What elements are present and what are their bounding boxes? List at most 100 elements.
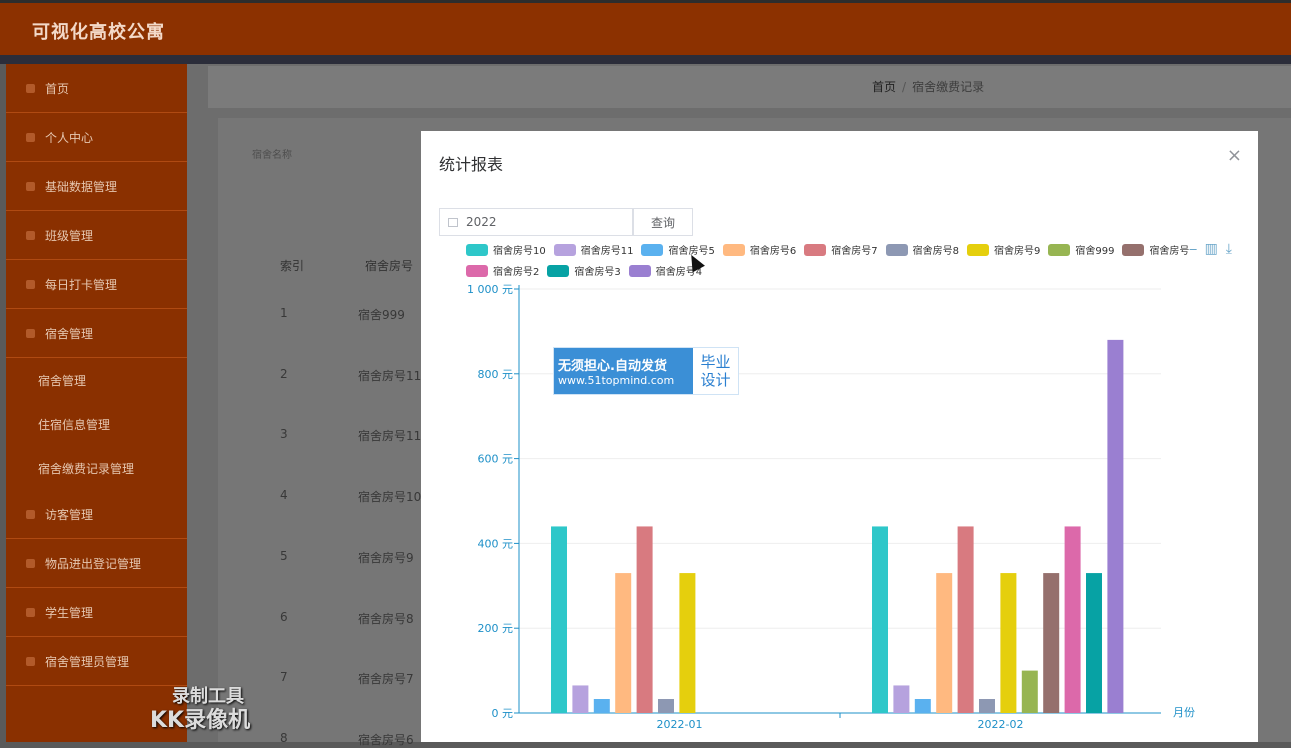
watermark-line2: KK录像机 xyxy=(150,708,251,733)
watermark-line1: 录制工具 xyxy=(172,686,244,707)
table-cell-index: 6 xyxy=(280,609,288,624)
legend-label: 宿舍房号 xyxy=(1149,246,1190,257)
table-cell-room: 宿舍房号6 xyxy=(358,732,414,747)
bar-chart-icon[interactable]: ▥ xyxy=(1205,241,1218,257)
legend-item[interactable]: 宿舍房号6 xyxy=(722,239,796,260)
bar xyxy=(957,526,974,713)
table-cell-room: 宿舍房号11 xyxy=(358,368,422,383)
sidebar-item[interactable]: 基础数据管理 xyxy=(6,162,187,211)
bar xyxy=(551,526,567,713)
legend-swatch xyxy=(547,264,570,277)
close-icon[interactable]: × xyxy=(1227,145,1242,166)
sidebar-item[interactable]: 宿舍管理 xyxy=(6,309,187,358)
legend-label: 宿舍房号3 xyxy=(574,267,621,278)
legend-item[interactable]: 宿舍房号5 xyxy=(641,239,715,260)
x-tick-label: 2022-01 xyxy=(657,718,703,731)
search-label: 宿舍名称 xyxy=(252,150,292,161)
dialog-title: 统计报表 xyxy=(439,155,504,174)
bar xyxy=(572,685,589,713)
legend-label: 宿舍999 xyxy=(1075,246,1115,257)
y-tick-label: 200 元 xyxy=(478,622,514,635)
legend-item[interactable]: 宿舍房号3 xyxy=(547,260,621,281)
bar xyxy=(1021,670,1038,713)
x-tick-label: 2022-02 xyxy=(978,718,1024,731)
breadcrumb-current: 宿舍缴费记录 xyxy=(912,80,985,94)
sidebar-item[interactable]: 宿舍管理员管理 xyxy=(6,637,187,686)
legend-label: 宿舍房号8 xyxy=(912,246,959,257)
sidebar-item-label: 住宿信息管理 xyxy=(38,417,111,432)
table-cell-room: 宿舍房号8 xyxy=(358,611,414,626)
sidebar-item-label: 宿舍管理员管理 xyxy=(45,654,130,669)
legend-item[interactable]: 宿舍999 xyxy=(1048,239,1114,260)
legend-item[interactable]: 宿舍房号11 xyxy=(553,239,633,260)
year-picker-input[interactable]: 2022 xyxy=(439,208,633,236)
sidebar-item[interactable]: 每日打卡管理 xyxy=(6,260,187,309)
legend-swatch xyxy=(553,243,576,256)
legend-swatch xyxy=(1048,243,1071,256)
menu-icon xyxy=(26,509,35,519)
table-cell-room: 宿舍999 xyxy=(358,308,405,322)
menu-icon xyxy=(26,558,35,568)
query-button[interactable]: 查询 xyxy=(633,208,693,236)
chart-toolbox: ⎯ ▥ ⤓ xyxy=(1190,241,1232,257)
table-header-index: 索引 xyxy=(280,259,305,273)
sidebar-item-label: 访客管理 xyxy=(45,507,94,522)
y-tick-label: 400 元 xyxy=(478,537,514,550)
sidebar-item-label: 每日打卡管理 xyxy=(45,277,118,292)
promo-line1: 无须担心.自动发货 xyxy=(558,359,667,374)
legend-item[interactable]: 宿舍房号 xyxy=(1122,239,1189,260)
stats-report-dialog: 统计报表 × 2022 查询 宿舍房号10 宿舍房号11 宿舍房号5 宿舍房号6 宿舍房… xyxy=(421,131,1258,742)
bar xyxy=(1064,526,1081,713)
bar xyxy=(893,685,910,713)
sidebar-item[interactable]: 学生管理 xyxy=(6,588,187,637)
table-cell-index: 3 xyxy=(280,427,288,442)
download-icon[interactable]: ⤓ xyxy=(1226,241,1232,257)
bar xyxy=(1086,573,1102,713)
table-cell-index: 5 xyxy=(280,548,288,563)
legend-item[interactable]: 宿舍房号9 xyxy=(966,239,1040,260)
legend-swatch xyxy=(628,264,651,277)
legend-label: 宿舍房号10 xyxy=(493,246,546,257)
legend-item[interactable]: 宿舍房号7 xyxy=(804,239,878,260)
sidebar-item[interactable]: 班级管理 xyxy=(6,211,187,260)
sidebar-item[interactable]: 首页 xyxy=(6,64,187,113)
breadcrumb-panel xyxy=(208,66,1291,108)
menu-icon xyxy=(26,132,35,142)
sidebar-item-label: 宿舍缴费记录管理 xyxy=(38,461,135,476)
sidebar-item[interactable]: 个人中心 xyxy=(6,113,187,162)
sidebar-subitem[interactable]: 住宿信息管理 xyxy=(6,402,187,446)
promo-badge2: 设计 xyxy=(700,371,731,389)
sidebar-subitem[interactable]: 宿舍管理 xyxy=(6,358,187,402)
promo-badge1: 毕业 xyxy=(700,353,731,371)
y-tick-label: 600 元 xyxy=(478,453,514,466)
sidebar-item[interactable]: 物品进出登记管理 xyxy=(6,539,187,588)
table-cell-room: 宿舍房号7 xyxy=(358,672,414,687)
sidebar: 首页 个人中心 基础数据管理 班级管理 每日打卡管理 宿舍管理 宿舍管理 住宿信息管理 宿舍缴费… xyxy=(6,64,187,742)
legend-item[interactable]: 宿舍房号2 xyxy=(466,260,539,281)
legend-swatch xyxy=(1122,243,1145,256)
sidebar-item-label: 个人中心 xyxy=(45,130,94,145)
sidebar-item-label: 宿舍管理 xyxy=(45,326,94,341)
sidebar-item-label: 基础数据管理 xyxy=(45,179,118,194)
table-cell-index: 1 xyxy=(280,306,288,320)
table-cell-index: 7 xyxy=(280,670,288,685)
breadcrumb-separator: / xyxy=(902,80,907,94)
legend-item[interactable]: 宿舍房号8 xyxy=(885,239,959,260)
line-chart-icon[interactable]: ⎯ xyxy=(1190,241,1197,257)
y-tick-label: 1 000 元 xyxy=(467,283,513,296)
sidebar-item[interactable]: 访客管理 xyxy=(6,490,187,539)
promo-banner: 无须担心.自动发货 www.51topmind.com 毕业 设计 xyxy=(553,347,739,395)
legend-swatch xyxy=(722,243,745,256)
table-cell-room: 宿舍房号9 xyxy=(358,550,414,565)
menu-icon xyxy=(26,83,35,93)
bar xyxy=(914,699,931,713)
legend-swatch xyxy=(885,243,908,256)
sidebar-subitem[interactable]: 宿舍缴费记录管理 xyxy=(6,446,187,490)
bar xyxy=(636,526,653,713)
breadcrumb-home[interactable]: 首页 xyxy=(872,80,896,94)
legend-item[interactable]: 宿舍房号10 xyxy=(466,239,546,260)
table-cell-index: 2 xyxy=(280,366,288,381)
sidebar-item-label: 宿舍管理 xyxy=(38,373,87,388)
legend-swatch xyxy=(466,264,488,277)
sidebar-item-label: 物品进出登记管理 xyxy=(45,556,142,571)
